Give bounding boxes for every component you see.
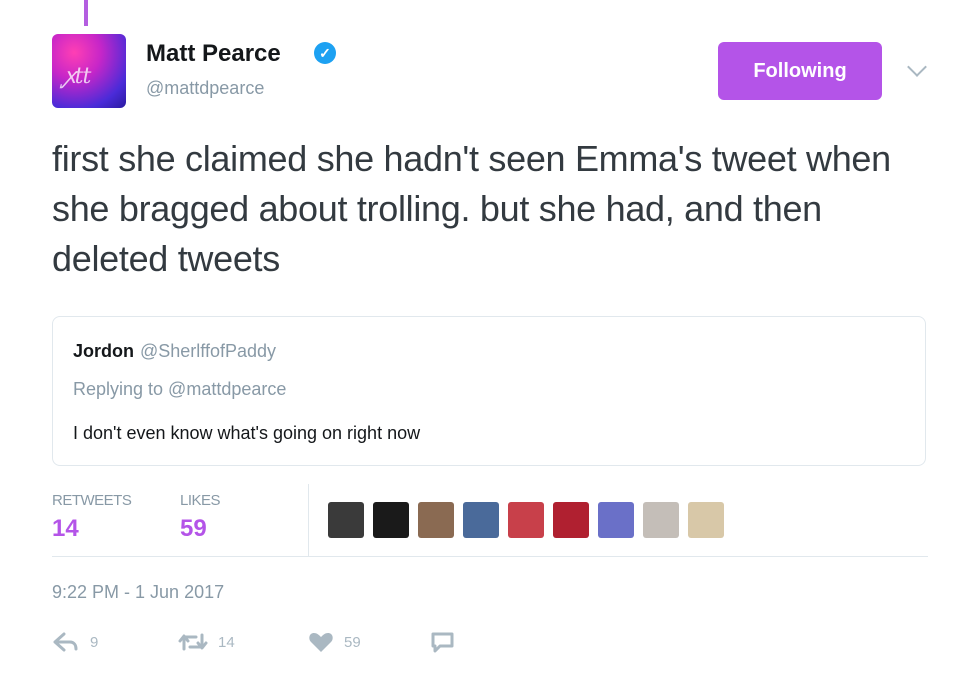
quoted-author-name: Jordon bbox=[73, 341, 134, 361]
liker-avatar[interactable] bbox=[508, 502, 544, 538]
liker-avatar[interactable] bbox=[328, 502, 364, 538]
heart-icon bbox=[309, 633, 333, 652]
avatar-photo: ꭙtt bbox=[64, 64, 91, 89]
quoted-author-handle: @SherlffofPaddy bbox=[140, 341, 277, 361]
tweet-timestamp[interactable]: 9:22 PM - 1 Jun 2017 bbox=[52, 582, 224, 603]
liker-avatar[interactable] bbox=[373, 502, 409, 538]
retweets-count: 14 bbox=[52, 515, 79, 542]
likes-stat[interactable]: LIKES 59 bbox=[180, 492, 221, 543]
quoted-tweet-author: Jordon @SherlffofPaddy bbox=[73, 341, 276, 362]
liker-avatar[interactable] bbox=[688, 502, 724, 538]
author-handle[interactable]: @mattdpearce bbox=[146, 78, 264, 99]
quoted-tweet-text: I don't even know what's going on right … bbox=[73, 423, 421, 443]
quoted-replying-to: Replying to @mattdpearce bbox=[73, 379, 287, 399]
author-name[interactable]: Matt Pearce bbox=[146, 40, 281, 68]
following-button[interactable]: Following bbox=[718, 42, 882, 100]
retweets-stat[interactable]: RETWEETS 14 bbox=[52, 492, 132, 543]
reply-action[interactable]: 9 bbox=[52, 624, 98, 660]
liker-avatar[interactable] bbox=[553, 502, 589, 538]
thread-connector-line bbox=[84, 0, 88, 26]
tweet-actions: 9 14 59 bbox=[52, 624, 552, 660]
retweet-count: 14 bbox=[218, 633, 235, 651]
reply-icon bbox=[53, 632, 78, 652]
liker-avatar[interactable] bbox=[643, 502, 679, 538]
liker-avatar[interactable] bbox=[598, 502, 634, 538]
liker-avatar[interactable] bbox=[463, 502, 499, 538]
retweets-label: RETWEETS bbox=[52, 492, 132, 509]
reply-count: 9 bbox=[90, 633, 99, 651]
like-count: 59 bbox=[344, 633, 361, 651]
liker-avatar[interactable] bbox=[418, 502, 454, 538]
verified-badge-icon: ✓ bbox=[314, 42, 336, 64]
chevron-down-icon[interactable] bbox=[907, 57, 927, 77]
retweet-action[interactable]: 14 bbox=[178, 624, 235, 660]
like-action[interactable]: 59 bbox=[308, 624, 361, 660]
likes-count: 59 bbox=[180, 515, 207, 542]
tweet-stats: RETWEETS 14 LIKES 59 bbox=[52, 484, 928, 557]
author-avatar[interactable]: ꭙtt bbox=[52, 34, 126, 108]
tweet-text: first she claimed she hadn't seen Emma's… bbox=[52, 138, 891, 279]
direct-message-action[interactable] bbox=[430, 624, 456, 660]
tweet-header: ꭙtt Matt Pearce ✓ @mattdpearce Following bbox=[52, 34, 932, 110]
stats-divider bbox=[308, 484, 309, 556]
retweet-icon bbox=[178, 633, 208, 651]
message-icon bbox=[431, 632, 454, 653]
likes-label: LIKES bbox=[180, 492, 221, 509]
quoted-tweet[interactable]: Jordon @SherlffofPaddy Replying to @mattd… bbox=[52, 316, 926, 466]
